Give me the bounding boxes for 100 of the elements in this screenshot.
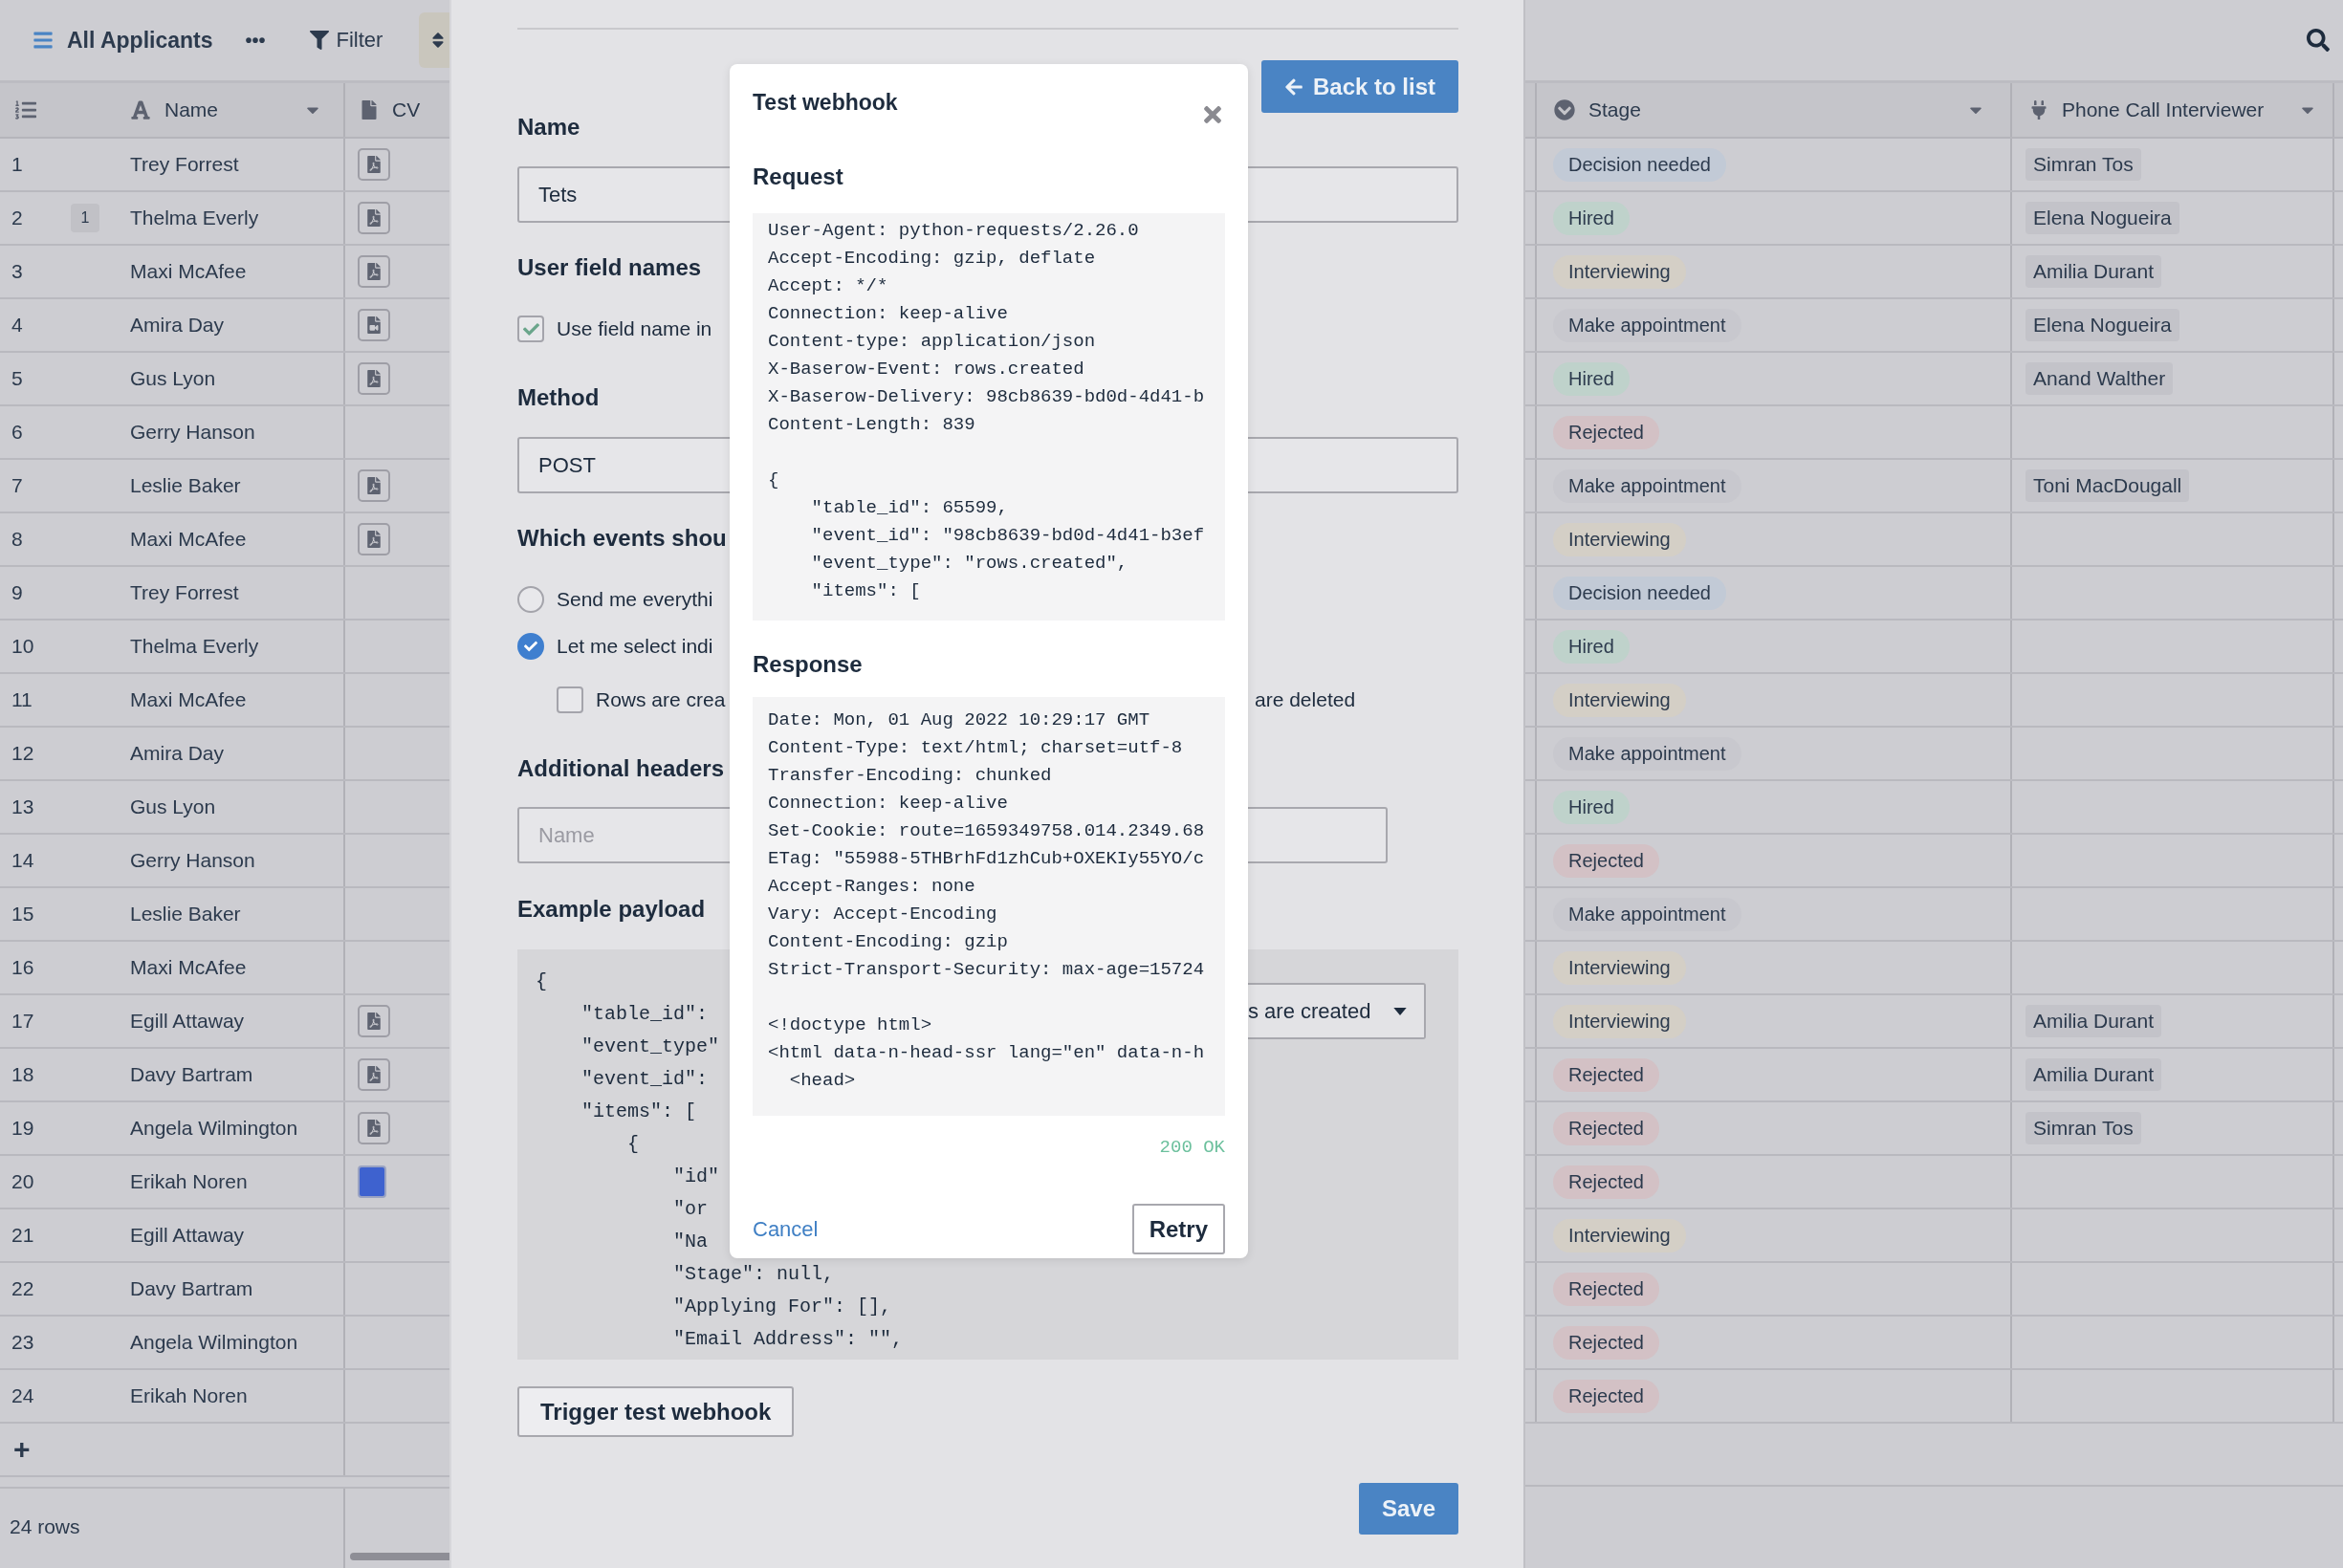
more-button[interactable]: ••• xyxy=(245,29,266,52)
row-number: 22 xyxy=(11,1277,34,1300)
table-cell: Maxi McAfee xyxy=(130,528,247,551)
row-number: 3 xyxy=(11,260,23,283)
row-number: 1 xyxy=(11,153,23,176)
field-label: Name xyxy=(517,114,580,141)
video-file-icon[interactable] xyxy=(358,309,390,341)
interviewer-chip: Amilia Durant xyxy=(2025,1058,2162,1091)
row-number: 24 xyxy=(11,1384,34,1407)
table-cell: Maxi McAfee xyxy=(130,956,247,979)
column-header[interactable]: Phone Call Interviewer xyxy=(2062,98,2285,121)
pdf-file-icon[interactable] xyxy=(358,1112,390,1144)
code-line: <html data-n-head-ssr lang="en" data-n-h xyxy=(768,1041,1205,1065)
menu-icon xyxy=(33,30,54,51)
row-number: 7 xyxy=(11,474,23,497)
plug-icon xyxy=(2029,100,2048,120)
code-line: "Email Address": "", xyxy=(672,1327,904,1352)
stage-tag: Make appointment xyxy=(1553,468,1741,503)
row-number: 2 xyxy=(11,207,23,229)
field-label: Example payload xyxy=(517,896,706,923)
code-line: Strict-Transport-Security: max-age=15724 xyxy=(768,958,1205,982)
pdf-file-icon[interactable] xyxy=(358,469,390,502)
interviewer-chip: Elena Nogueira xyxy=(2025,202,2179,234)
code-line: "event_id": xyxy=(580,1067,709,1092)
pdf-file-icon[interactable] xyxy=(358,1005,390,1037)
event-select[interactable]: s are created xyxy=(1248,983,1426,1039)
column-header[interactable]: Name xyxy=(164,98,290,121)
single-select-icon xyxy=(1554,99,1575,120)
stage-tag: Rejected xyxy=(1553,1325,1659,1360)
trigger-test-webhook-button[interactable]: Trigger test webhook xyxy=(517,1386,795,1437)
pdf-file-icon[interactable] xyxy=(358,1058,390,1091)
add-row-button[interactable]: + xyxy=(0,1433,31,1466)
row-number: 19 xyxy=(11,1117,34,1140)
code-line: Vary: Accept-Encoding xyxy=(768,903,997,926)
row-number: 15 xyxy=(11,903,34,926)
table-cell: Erikah Noren xyxy=(130,1384,248,1407)
code-line: "Na xyxy=(672,1230,709,1254)
image-thumbnail[interactable] xyxy=(358,1165,386,1198)
code-line: User-Agent: python-requests/2.26.0 xyxy=(768,219,1139,243)
comment-count: 1 xyxy=(71,204,99,232)
radio-label: Send me everythi xyxy=(557,588,713,611)
code-line: "or xyxy=(672,1197,709,1222)
code-line: Accept-Encoding: gzip, deflate xyxy=(768,247,1096,271)
table-cell: Maxi McAfee xyxy=(130,688,247,711)
code-line: "event_type" xyxy=(580,1034,720,1059)
cancel-link[interactable]: Cancel xyxy=(753,1216,819,1242)
code-line: Connection: keep-alive xyxy=(768,792,1008,816)
radio-button[interactable] xyxy=(517,633,544,660)
section-title: Request xyxy=(753,163,844,190)
pdf-file-icon[interactable] xyxy=(358,202,390,234)
stage-tag: Interviewing xyxy=(1553,522,1686,556)
sort-button[interactable] xyxy=(419,12,449,68)
row-number: 13 xyxy=(11,795,34,818)
code-line: X-Baserow-Event: rows.created xyxy=(768,358,1084,381)
code-line: X-Baserow-Delivery: 98cb8639-bd0d-4d41-b xyxy=(768,385,1205,409)
interviewer-chip: Anand Walther xyxy=(2025,362,2174,395)
column-header[interactable]: Stage xyxy=(1588,98,1953,121)
pdf-file-icon[interactable] xyxy=(358,255,390,288)
code-line: Transfer-Encoding: chunked xyxy=(768,764,1052,788)
checkbox-label: Rows are crea xyxy=(596,688,726,711)
checkbox[interactable] xyxy=(557,686,583,713)
filter-icon xyxy=(309,31,329,50)
stage-tag: Make appointment xyxy=(1553,897,1741,931)
table-cell: Leslie Baker xyxy=(130,903,241,926)
stage-tag: Rejected xyxy=(1553,1165,1659,1199)
table-cell: Angela Wilmington xyxy=(130,1331,298,1354)
row-number: 16 xyxy=(11,956,34,979)
view-selector[interactable]: All Applicants xyxy=(33,27,213,54)
interviewer-chip: Amilia Durant xyxy=(2025,1005,2162,1037)
table-cell: Egill Attaway xyxy=(130,1224,245,1247)
code-line: "table_id": 65599, xyxy=(810,496,1008,520)
code-line: Connection: keep-alive xyxy=(768,302,1008,326)
row-number: 23 xyxy=(11,1331,34,1354)
row-number: 14 xyxy=(11,849,34,872)
code-line: Content-type: application/json xyxy=(768,330,1096,354)
table-cell: Erikah Noren xyxy=(130,1170,248,1193)
code-line: Set-Cookie: route=1659349758.014.2349.68 xyxy=(768,819,1205,843)
pdf-file-icon[interactable] xyxy=(358,362,390,395)
checkbox[interactable] xyxy=(517,316,544,342)
code-line: "event_type": "rows.created", xyxy=(810,552,1128,576)
table-cell: Gus Lyon xyxy=(130,795,216,818)
interviewer-chip: Toni MacDougall xyxy=(2025,469,2190,502)
search-icon[interactable] xyxy=(2307,29,2330,52)
row-number: 20 xyxy=(11,1170,34,1193)
arrow-left-icon xyxy=(1283,76,1303,97)
code-line: Accept-Ranges: none xyxy=(768,875,975,899)
check-icon xyxy=(522,320,539,338)
interviewer-chip: Simran Tos xyxy=(2025,1112,2141,1144)
stage-tag: Hired xyxy=(1553,361,1630,396)
section-title: Response xyxy=(753,651,864,678)
pdf-file-icon[interactable] xyxy=(358,148,390,181)
filter-button[interactable]: Filter xyxy=(309,28,383,53)
pdf-file-icon[interactable] xyxy=(358,523,390,555)
row-number: 12 xyxy=(11,742,34,765)
table-cell: Gus Lyon xyxy=(130,367,216,390)
row-number: 9 xyxy=(11,581,23,604)
column-header[interactable]: CV xyxy=(392,98,421,121)
radio-button[interactable] xyxy=(517,586,544,613)
row-number: 10 xyxy=(11,635,34,658)
retry-button[interactable]: Retry xyxy=(1131,1204,1225,1254)
